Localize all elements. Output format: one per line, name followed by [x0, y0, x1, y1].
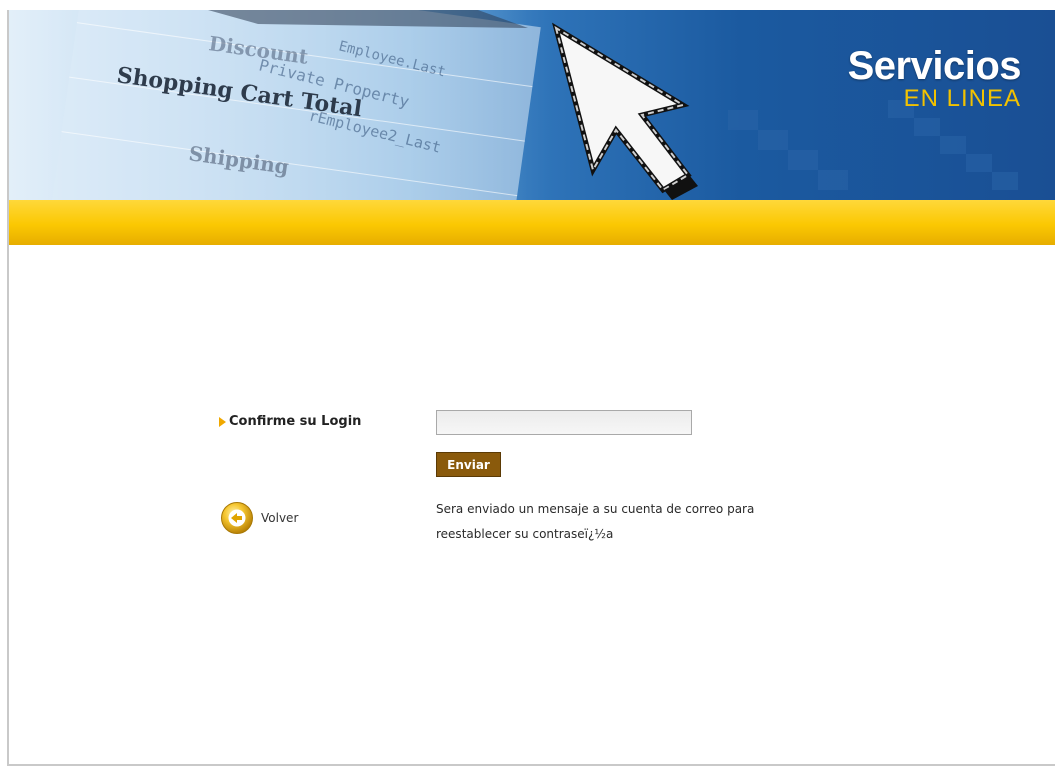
login-label: Confirme su Login: [219, 414, 361, 429]
mouse-cursor-icon: [552, 22, 698, 200]
page: Shopping Cart Total Shipping Discount Pr…: [0, 0, 1055, 766]
frame-border-left: [7, 10, 9, 766]
back-label: Volver: [261, 511, 299, 525]
triangle-arrow-icon: [219, 416, 226, 427]
send-button[interactable]: Enviar: [436, 452, 501, 477]
back-link[interactable]: Volver: [220, 501, 298, 535]
header-accent-bar: [8, 200, 1055, 245]
brand-subtitle: EN LINEA: [903, 85, 1021, 112]
back-arrow-circle-icon: [221, 502, 253, 534]
brand-title: Servicios: [847, 44, 1022, 88]
header-banner: Shopping Cart Total Shipping Discount Pr…: [8, 10, 1055, 200]
info-message: Sera enviado un mensaje a su cuenta de c…: [436, 497, 836, 547]
login-input[interactable]: [436, 410, 692, 435]
info-message-line-1: Sera enviado un mensaje a su cuenta de c…: [436, 502, 755, 516]
login-label-text: Confirme su Login: [229, 414, 362, 429]
info-message-line-2: reestablecer su contraseï¿½a: [436, 527, 614, 541]
brand-logo: Servicios EN LINEA: [847, 44, 1022, 112]
